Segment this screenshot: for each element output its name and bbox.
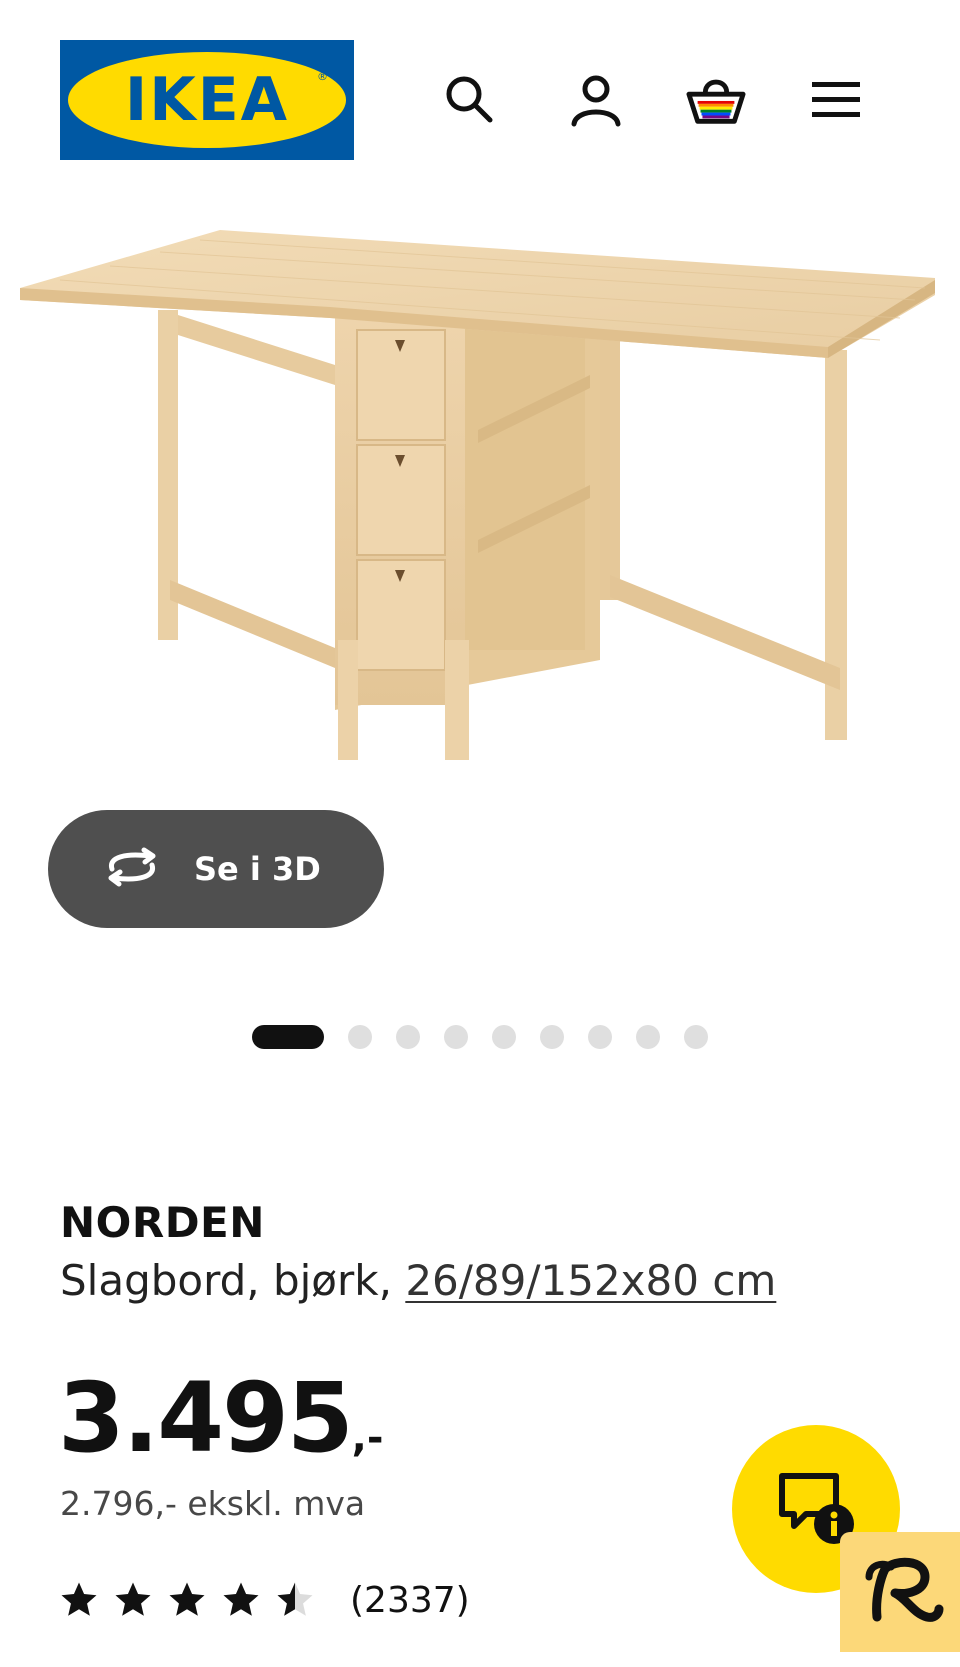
carousel-dot[interactable] — [588, 1025, 612, 1049]
price-suffix: ,- — [351, 1415, 384, 1461]
logo-registered-mark: ® — [317, 70, 328, 83]
carousel-dot[interactable] — [636, 1025, 660, 1049]
carousel-dot-active[interactable] — [252, 1025, 324, 1049]
product-name: NORDEN — [60, 1198, 265, 1247]
review-count[interactable]: (2337) — [350, 1580, 470, 1621]
view-3d-button[interactable]: Se i 3D — [48, 810, 384, 928]
search-icon[interactable] — [440, 70, 500, 130]
carousel-dot[interactable] — [492, 1025, 516, 1049]
product-image[interactable] — [0, 200, 960, 840]
carousel-dot[interactable] — [348, 1025, 372, 1049]
ikea-logo[interactable]: IKEA ® — [60, 40, 354, 160]
menu-icon[interactable] — [806, 70, 866, 130]
star-full-icon — [115, 1582, 151, 1616]
product-description: Slagbord, bjørk, 26/89/152x80 cm — [60, 1256, 776, 1305]
rotate-3d-icon — [100, 847, 164, 892]
account-icon[interactable] — [566, 70, 626, 130]
view-3d-label: Se i 3D — [194, 850, 321, 888]
star-full-icon — [61, 1582, 97, 1616]
product-price: 3.495,- — [58, 1362, 383, 1474]
carousel-dot[interactable] — [396, 1025, 420, 1049]
r-badge-icon[interactable] — [840, 1532, 960, 1652]
logo-text: IKEA — [124, 65, 290, 135]
basket-icon[interactable] — [686, 70, 746, 130]
header: IKEA ® — [0, 0, 960, 180]
carousel-indicator — [252, 1025, 708, 1049]
star-full-icon — [169, 1582, 205, 1616]
price-main: 3.495 — [58, 1362, 354, 1474]
price-ex-vat: 2.796,- ekskl. mva — [60, 1484, 366, 1523]
carousel-dot[interactable] — [444, 1025, 468, 1049]
star-full-icon — [223, 1582, 259, 1616]
size-link[interactable]: 26/89/152x80 cm — [405, 1256, 776, 1305]
product-type: Slagbord, bjørk, — [60, 1256, 392, 1305]
carousel-dot[interactable] — [684, 1025, 708, 1049]
rating[interactable]: (2337) — [58, 1575, 470, 1625]
star-half-icon — [277, 1582, 313, 1616]
carousel-dot[interactable] — [540, 1025, 564, 1049]
